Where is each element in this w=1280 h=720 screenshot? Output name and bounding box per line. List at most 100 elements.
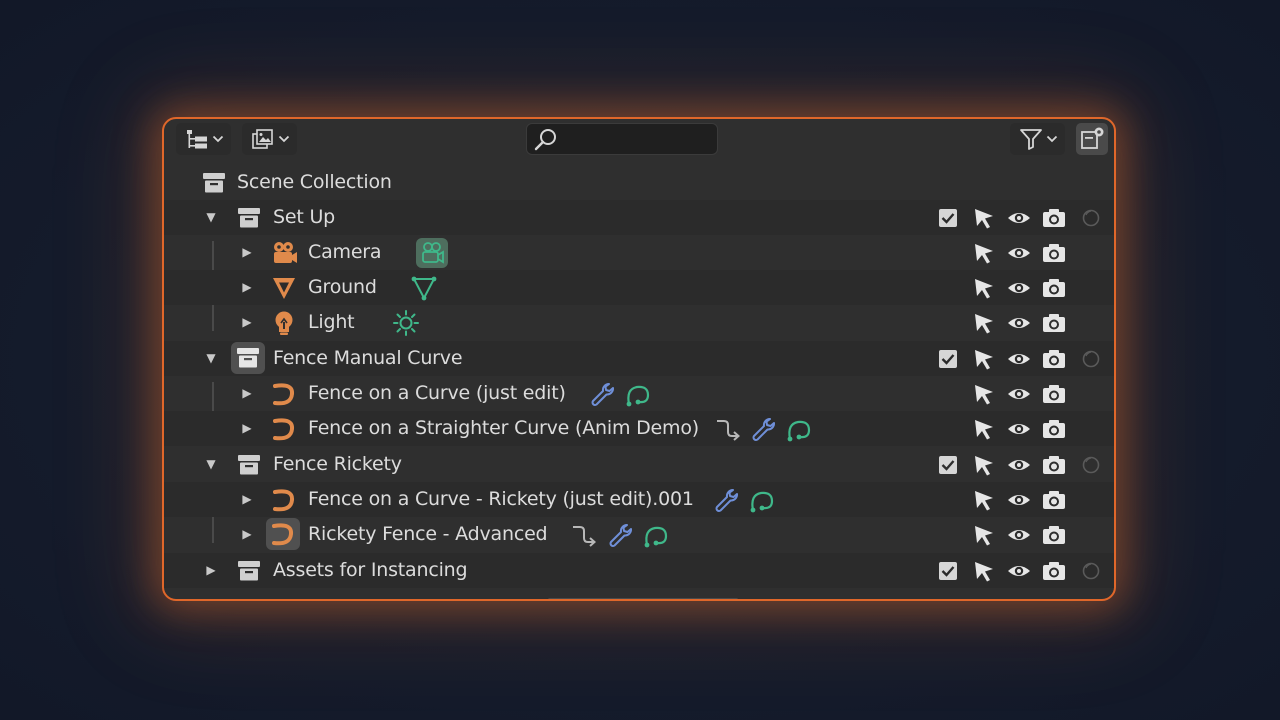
- search-field[interactable]: [526, 123, 718, 157]
- row-label: Ground: [308, 276, 377, 298]
- select-arrow-icon[interactable]: [971, 205, 997, 231]
- wrench-icon[interactable]: [749, 415, 777, 443]
- expand-arrow-right-icon[interactable]: ▶: [240, 527, 254, 541]
- eye-icon[interactable]: [1006, 522, 1032, 548]
- select-arrow-icon[interactable]: [971, 240, 997, 266]
- horizontal-scrollbar[interactable]: [548, 598, 738, 599]
- row-label: Scene Collection: [237, 171, 392, 193]
- camera-render-icon[interactable]: [1041, 452, 1067, 478]
- animation-path-icon[interactable]: [714, 415, 742, 443]
- eye-icon[interactable]: [1006, 240, 1032, 266]
- select-arrow-icon[interactable]: [971, 416, 997, 442]
- expand-arrow-down-icon[interactable]: ▼: [204, 457, 218, 471]
- camera-render-icon[interactable]: [1041, 275, 1067, 301]
- curve-object-icon: [270, 380, 298, 408]
- wrench-icon[interactable]: [712, 486, 740, 514]
- tree-row-fence-straighter-curve[interactable]: ▶ Fence on a Straighter Curve (Anim Demo…: [164, 411, 1114, 446]
- select-arrow-icon[interactable]: [971, 346, 997, 372]
- expand-arrow-right-icon[interactable]: ▶: [204, 563, 218, 577]
- expand-arrow-right-icon[interactable]: ▶: [240, 280, 254, 294]
- camera-data-icon[interactable]: [416, 238, 448, 268]
- camera-render-icon[interactable]: [1041, 487, 1067, 513]
- tree-row-ground[interactable]: ▶ Ground: [164, 270, 1114, 305]
- holdout-circle-icon[interactable]: [1078, 558, 1104, 584]
- eye-icon[interactable]: [1006, 558, 1032, 584]
- curve-data-icon[interactable]: [642, 521, 670, 549]
- camera-render-icon[interactable]: [1041, 558, 1067, 584]
- curve-data-icon[interactable]: [748, 486, 776, 514]
- new-collection-button[interactable]: [1076, 123, 1108, 155]
- tree-row-light[interactable]: ▶ Light: [164, 305, 1114, 340]
- curve-object-icon: [266, 518, 300, 550]
- eye-icon[interactable]: [1006, 310, 1032, 336]
- camera-render-icon[interactable]: [1041, 416, 1067, 442]
- display-mode-dropdown[interactable]: [176, 123, 231, 155]
- camera-render-icon[interactable]: [1041, 205, 1067, 231]
- collection-box-icon: [200, 169, 228, 197]
- eye-icon[interactable]: [1006, 381, 1032, 407]
- row-label: Set Up: [273, 206, 336, 228]
- tree-row-camera[interactable]: ▶ Camera: [164, 235, 1114, 270]
- exclude-checkbox[interactable]: [935, 558, 961, 584]
- expand-arrow-right-icon[interactable]: ▶: [240, 492, 254, 506]
- filter-funnel-icon: [1018, 126, 1044, 152]
- select-arrow-icon[interactable]: [971, 487, 997, 513]
- row-label: Camera: [308, 241, 382, 263]
- select-arrow-icon[interactable]: [971, 558, 997, 584]
- eye-icon[interactable]: [1006, 416, 1032, 442]
- select-arrow-icon[interactable]: [971, 275, 997, 301]
- outliner-tree-icon: [184, 127, 210, 151]
- holdout-circle-icon[interactable]: [1078, 205, 1104, 231]
- view-layer-dropdown[interactable]: [242, 123, 297, 155]
- eye-icon[interactable]: [1006, 452, 1032, 478]
- sun-data-icon[interactable]: [392, 309, 420, 337]
- expand-arrow-right-icon[interactable]: ▶: [240, 421, 254, 435]
- wrench-icon[interactable]: [606, 521, 634, 549]
- tree-row-scene-collection[interactable]: Scene Collection: [164, 165, 1114, 200]
- curve-data-icon[interactable]: [785, 415, 813, 443]
- curve-data-icon[interactable]: [624, 380, 652, 408]
- eye-icon[interactable]: [1006, 487, 1032, 513]
- eye-icon[interactable]: [1006, 275, 1032, 301]
- select-arrow-icon[interactable]: [971, 522, 997, 548]
- curve-object-icon: [270, 415, 298, 443]
- camera-render-icon[interactable]: [1041, 522, 1067, 548]
- tree-row-rickety-fence-advanced[interactable]: ▶ Rickety Fence - Advanced: [164, 517, 1114, 552]
- collection-box-icon: [235, 451, 263, 479]
- camera-render-icon[interactable]: [1041, 346, 1067, 372]
- search-icon: [533, 127, 559, 157]
- wrench-icon[interactable]: [588, 380, 616, 408]
- holdout-circle-icon[interactable]: [1078, 346, 1104, 372]
- outliner-panel: Scene Collection ▼ Set Up ▶ Camera ▶ Gro…: [162, 117, 1116, 601]
- animation-path-icon[interactable]: [570, 521, 598, 549]
- tree-row-fence-rickety[interactable]: ▼ Fence Rickety: [164, 447, 1114, 482]
- exclude-checkbox[interactable]: [935, 452, 961, 478]
- expand-arrow-down-icon[interactable]: ▼: [204, 351, 218, 365]
- expand-arrow-right-icon[interactable]: ▶: [240, 315, 254, 329]
- expand-arrow-right-icon[interactable]: ▶: [240, 245, 254, 259]
- eye-icon[interactable]: [1006, 346, 1032, 372]
- collection-box-icon: [235, 204, 263, 232]
- expand-arrow-right-icon[interactable]: ▶: [240, 386, 254, 400]
- camera-object-icon: [270, 239, 298, 267]
- select-arrow-icon[interactable]: [971, 452, 997, 478]
- select-arrow-icon[interactable]: [971, 381, 997, 407]
- tree-row-assets-for-instancing[interactable]: ▶ Assets for Instancing: [164, 553, 1114, 588]
- filter-dropdown[interactable]: [1010, 123, 1065, 155]
- exclude-checkbox[interactable]: [935, 346, 961, 372]
- select-arrow-icon[interactable]: [971, 310, 997, 336]
- tree-row-fence-rickety-just-edit[interactable]: ▶ Fence on a Curve - Rickety (just edit)…: [164, 482, 1114, 517]
- row-label: Fence on a Curve (just edit): [308, 382, 566, 404]
- mesh-data-icon[interactable]: [410, 274, 438, 302]
- eye-icon[interactable]: [1006, 205, 1032, 231]
- tree-row-fence-on-a-curve[interactable]: ▶ Fence on a Curve (just edit): [164, 376, 1114, 411]
- tree-row-fence-manual-curve[interactable]: ▼ Fence Manual Curve: [164, 341, 1114, 376]
- exclude-checkbox[interactable]: [935, 205, 961, 231]
- camera-render-icon[interactable]: [1041, 310, 1067, 336]
- tree-row-set-up[interactable]: ▼ Set Up: [164, 200, 1114, 235]
- camera-render-icon[interactable]: [1041, 381, 1067, 407]
- camera-render-icon[interactable]: [1041, 240, 1067, 266]
- expand-arrow-down-icon[interactable]: ▼: [204, 210, 218, 224]
- holdout-circle-icon[interactable]: [1078, 452, 1104, 478]
- search-input[interactable]: [567, 124, 711, 156]
